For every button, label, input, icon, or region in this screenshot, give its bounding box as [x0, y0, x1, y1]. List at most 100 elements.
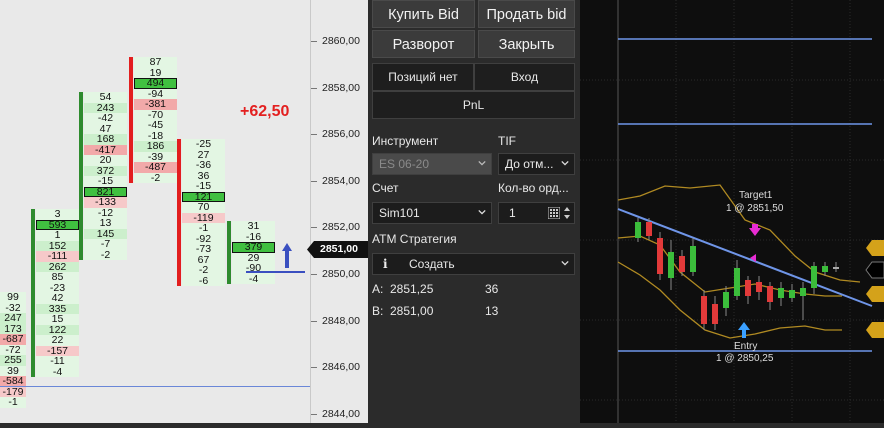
- pnl-cell: PnL: [372, 91, 575, 119]
- ladder-cell: -2: [182, 265, 225, 276]
- ladder-cell: 255: [0, 355, 26, 366]
- info-icon: i: [383, 257, 388, 271]
- ladder-cell: 247: [0, 313, 26, 324]
- entry-cell: Вход: [474, 63, 575, 91]
- ladder-cell: -1: [182, 223, 225, 234]
- entry-title: Entry: [734, 341, 758, 352]
- axis-label: 2844,00: [322, 408, 360, 420]
- ladder-cell: -15: [84, 176, 127, 187]
- spinner-arrows-icon[interactable]: [563, 206, 571, 220]
- axis-label: 2852,00: [322, 221, 360, 233]
- bid-label: B:: [372, 304, 384, 318]
- sell-volume-bar: [129, 57, 133, 183]
- chevron-down-icon: [561, 160, 569, 166]
- ladder-cell: 54: [84, 92, 127, 103]
- instrument-select[interactable]: ES 06-20: [372, 153, 492, 175]
- sell-bid-button[interactable]: Продать bid: [478, 0, 575, 28]
- atm-strategy-select[interactable]: i Создать: [372, 253, 575, 275]
- mini-chart[interactable]: Target1 1 @ 2851,50 Entry 1 @ 2850,25: [580, 0, 884, 423]
- axis-tick: [311, 41, 317, 42]
- ladder-cell: -2: [84, 249, 127, 260]
- axis-tick: [311, 321, 317, 322]
- ladder-cell: 168: [84, 134, 127, 145]
- instrument-value: ES 06-20: [379, 157, 430, 171]
- ladder-cell: -42: [84, 113, 127, 124]
- ladder-cell: -584: [0, 376, 26, 387]
- ladder-cell: 85: [36, 272, 79, 283]
- ladder-cell: 13: [84, 218, 127, 229]
- ladder-cell: -111: [36, 251, 79, 262]
- price-ladder[interactable]: 99 -32 247 173 -687 -72 255 39 -584 -179 -1 3 593 1 15…: [0, 0, 368, 423]
- position-cell: Позиций нет: [372, 63, 474, 91]
- tif-select[interactable]: До отм...: [498, 153, 575, 175]
- quantity-stepper[interactable]: 1: [498, 202, 575, 224]
- axis-label: 2860,00: [322, 35, 360, 47]
- ladder-cell: -45: [134, 120, 177, 131]
- axis-label: 2846,00: [322, 361, 360, 373]
- ask-price: 2851,25: [390, 282, 434, 296]
- buy-bid-button[interactable]: Купить Bid: [372, 0, 475, 28]
- chevron-down-icon: [478, 160, 486, 166]
- axis-tick: [311, 88, 317, 89]
- ladder-cell: -2: [134, 172, 177, 183]
- axis-label: 2848,00: [322, 315, 360, 327]
- axis-label: 2856,00: [322, 128, 360, 140]
- tif-label: TIF: [498, 134, 516, 148]
- price-axis: [310, 0, 368, 423]
- close-button[interactable]: Закрыть: [478, 30, 575, 58]
- ladder-cell: -36: [182, 160, 225, 171]
- ladder-cell: 87: [134, 57, 177, 68]
- account-value: Sim101: [379, 206, 420, 220]
- axis-label: 2850,00: [322, 268, 360, 280]
- atm-strategy-label: ATM Стратегия: [372, 232, 457, 246]
- axis-tick: [311, 134, 317, 135]
- ladder-cell: -687: [0, 334, 26, 345]
- buy-volume-bar: [79, 92, 83, 260]
- ladder-cell: 3: [36, 209, 79, 220]
- account-label: Счет: [372, 181, 399, 195]
- ladder-cell: -4: [36, 366, 79, 377]
- axis-tick: [311, 414, 317, 415]
- ladder-cell: 1: [36, 230, 79, 241]
- axis-tick: [311, 274, 317, 275]
- ladder-cell: 99: [0, 292, 26, 303]
- bid-size: 13: [485, 304, 499, 318]
- axis-tick: [311, 181, 317, 182]
- ladder-cell: 22: [36, 335, 79, 346]
- axis-tick: [311, 367, 317, 368]
- target-value: 1 @ 2851,50: [726, 203, 784, 214]
- ladder-cell: -6: [182, 275, 225, 286]
- atm-strategy-value: Создать: [409, 257, 455, 271]
- ladder-cell: -1: [0, 397, 26, 408]
- axis-tick: [311, 227, 317, 228]
- ladder-cell: -381: [134, 99, 177, 110]
- quantity-label: Кол-во орд...: [498, 181, 569, 195]
- quantity-value: 1: [509, 206, 516, 220]
- ladder-cell: 494: [134, 78, 177, 89]
- ladder-cell: -487: [134, 162, 177, 173]
- buy-volume-bar: [31, 209, 35, 377]
- tif-value: До отм...: [505, 157, 554, 171]
- ladder-cell: 379: [232, 242, 275, 253]
- calculator-icon[interactable]: [548, 207, 560, 219]
- ladder-cell: 31: [232, 221, 275, 232]
- order-panel: Купить Bid Продать bid Разворот Закрыть …: [368, 0, 580, 423]
- target-title: Target1: [739, 190, 773, 201]
- axis-label: 2858,00: [322, 82, 360, 94]
- ladder-cell: -15: [182, 181, 225, 192]
- current-price-label: 2851,00: [320, 243, 358, 255]
- ladder-cell: -73: [182, 244, 225, 255]
- ladder-cell: -133: [84, 197, 127, 208]
- ask-size: 36: [485, 282, 499, 296]
- axis-label: 2854,00: [322, 175, 360, 187]
- reverse-button[interactable]: Разворот: [372, 30, 475, 58]
- sell-volume-bar: [177, 139, 181, 286]
- arrow-up-icon: [282, 243, 292, 251]
- ladder-cell: 20: [84, 155, 127, 166]
- ladder-cell: -4: [232, 273, 275, 284]
- account-select[interactable]: Sim101: [372, 202, 492, 224]
- ladder-cell: 42: [36, 293, 79, 304]
- position-line: [246, 271, 305, 273]
- chevron-down-icon: [478, 209, 486, 215]
- ladder-cell: 15: [36, 314, 79, 325]
